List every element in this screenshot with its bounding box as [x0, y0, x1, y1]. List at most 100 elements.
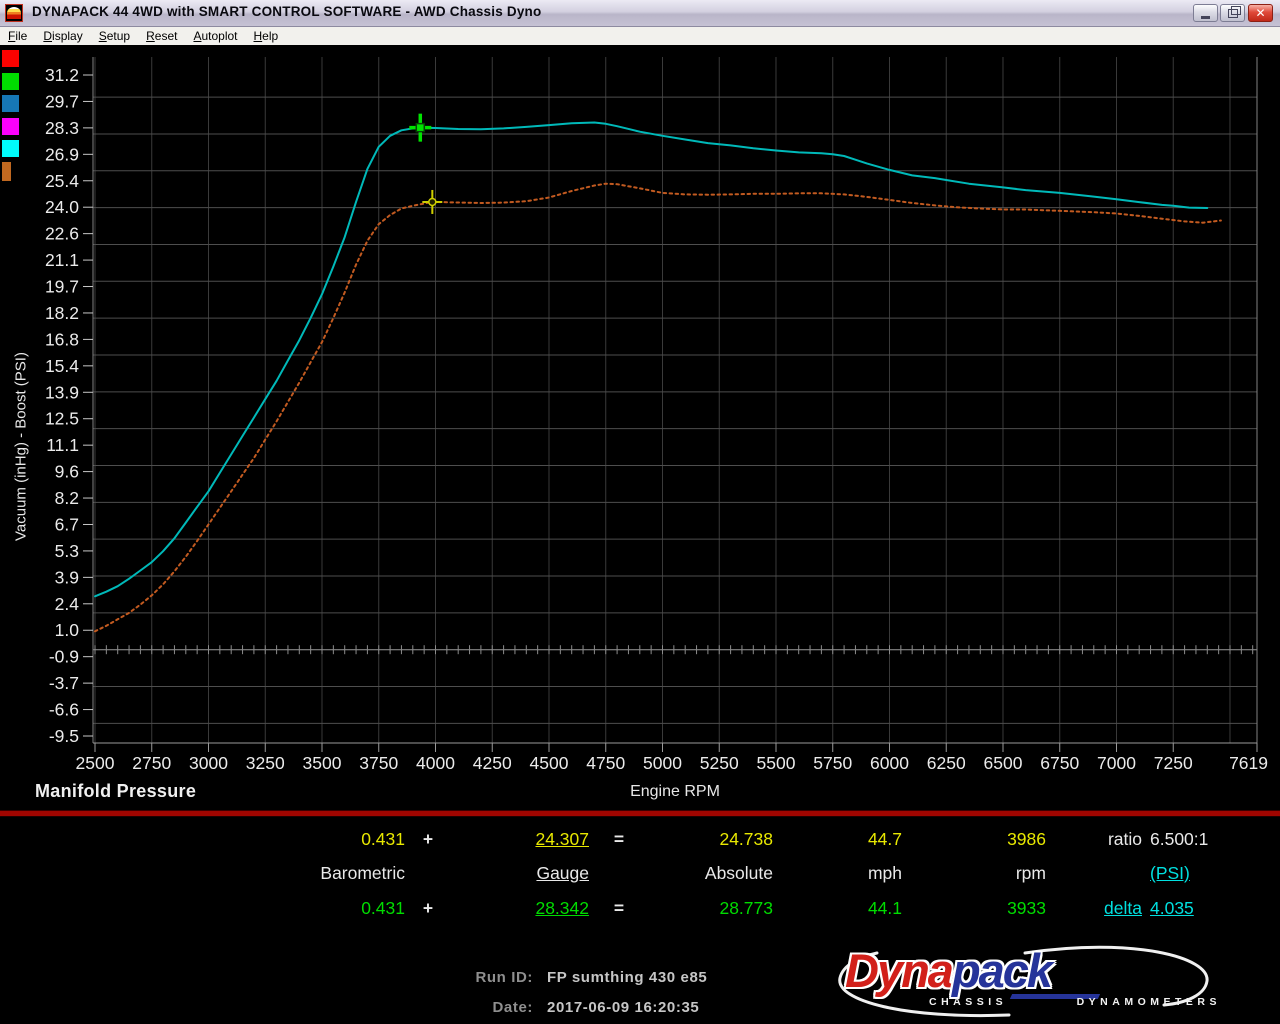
- absolute-label: Absolute: [705, 862, 773, 884]
- y-tick-label: 22.6: [45, 224, 79, 244]
- x-tick-label: 6250: [927, 753, 966, 773]
- rpm-value-ref: 3986: [1007, 828, 1046, 850]
- x-axis-title: Engine RPM: [555, 783, 795, 801]
- menu-bar: File Display Setup Reset Autoplot Help: [0, 27, 1280, 45]
- chart-area[interactable]: 2500275030003250350037504000425045004750…: [0, 45, 1280, 810]
- window-title: DYNAPACK 44 4WD with SMART CONTROL SOFTW…: [32, 4, 541, 19]
- y-tick-label: -6.6: [49, 700, 79, 720]
- y-tick-label: 26.9: [45, 144, 79, 164]
- menu-help[interactable]: Help: [246, 28, 287, 44]
- y-tick-label: 12.5: [45, 409, 79, 429]
- run-id-label: Run ID:: [333, 969, 533, 986]
- mph-value-cur: 44.1: [868, 897, 902, 919]
- x-tick-label: 2750: [132, 753, 171, 773]
- legend-swatch-channel-blue[interactable]: [2, 95, 19, 112]
- x-tick-label: 3000: [189, 753, 228, 773]
- date-label: Date:: [333, 999, 533, 1016]
- x-tick-label: 5750: [813, 753, 852, 773]
- y-tick-label: 8.2: [55, 488, 79, 508]
- x-tick-label: 4750: [586, 753, 625, 773]
- reference-run-boost-curve: [95, 184, 1221, 632]
- y-tick-label: 28.3: [45, 118, 79, 138]
- x-tick-label: 3750: [359, 753, 398, 773]
- close-icon: ✕: [1255, 6, 1265, 20]
- gauge-value-ref[interactable]: 24.307: [535, 828, 589, 850]
- ratio-label: ratio: [1108, 828, 1142, 850]
- title-bar: DYNAPACK 44 4WD with SMART CONTROL SOFTW…: [0, 0, 1280, 27]
- rpm-label: rpm: [1016, 862, 1046, 884]
- green-cursor[interactable]: [409, 114, 431, 142]
- logo-wordmark: Dynapack: [845, 946, 1051, 996]
- menu-display[interactable]: Display: [35, 28, 90, 44]
- x-tick-label: 5250: [700, 753, 739, 773]
- restore-button[interactable]: [1220, 4, 1245, 22]
- x-tick-label: 7619: [1229, 753, 1268, 773]
- y-axis-title: Vacuum (inHg) - Boost (PSI): [13, 327, 30, 567]
- barometric-value-ref: 0.431: [361, 828, 405, 850]
- y-tick-label: 15.4: [45, 356, 79, 376]
- barometric-label: Barometric: [320, 862, 405, 884]
- y-tick-label: 9.6: [55, 462, 79, 482]
- current-run-boost-curve: [95, 123, 1207, 597]
- y-tick-label: 1.0: [55, 620, 80, 640]
- logo-subtitle: CHASSIS DYNAMOMETERS: [929, 996, 1221, 1008]
- barometric-value-cur: 0.431: [361, 897, 405, 919]
- ratio-value: 6.500:1: [1150, 828, 1208, 850]
- close-button[interactable]: ✕: [1248, 4, 1273, 22]
- mph-label: mph: [868, 862, 902, 884]
- mph-value-ref: 44.7: [868, 828, 902, 850]
- x-tick-label: 4250: [473, 753, 512, 773]
- plus-operator-2: +: [423, 897, 433, 919]
- y-tick-label: 6.7: [55, 514, 79, 534]
- psi-units-link[interactable]: (PSI): [1150, 862, 1190, 884]
- y-tick-label: 11.1: [46, 435, 79, 455]
- absolute-value-ref: 24.738: [719, 828, 773, 850]
- y-tick-label: 13.9: [45, 382, 79, 402]
- x-tick-label: 3500: [303, 753, 342, 773]
- menu-setup[interactable]: Setup: [91, 28, 138, 44]
- menu-autoplot[interactable]: Autoplot: [185, 28, 245, 44]
- chart-title: Manifold Pressure: [35, 781, 196, 802]
- equals-operator-2: =: [614, 897, 624, 919]
- y-tick-label: 16.8: [45, 329, 79, 349]
- x-tick-label: 6750: [1040, 753, 1079, 773]
- yellow-cursor[interactable]: [422, 190, 442, 214]
- y-tick-label: 19.7: [45, 277, 79, 297]
- gauge-value-cur[interactable]: 28.342: [535, 897, 589, 919]
- equals-operator: =: [614, 828, 624, 850]
- y-tick-label: 25.4: [45, 171, 79, 191]
- legend-swatch-channel-green[interactable]: [2, 73, 19, 90]
- delta-label-link[interactable]: delta: [1104, 897, 1142, 919]
- y-tick-label: -3.7: [49, 673, 79, 693]
- menu-reset[interactable]: Reset: [138, 28, 185, 44]
- y-tick-label: 2.4: [55, 594, 80, 614]
- delta-value[interactable]: 4.035: [1150, 897, 1194, 919]
- legend-swatch-channel-cyan[interactable]: [2, 140, 19, 157]
- legend-swatch-channel-red[interactable]: [2, 50, 19, 67]
- y-tick-label: 3.9: [55, 567, 79, 587]
- menu-file[interactable]: File: [0, 28, 35, 44]
- manifold-pressure-plot[interactable]: 2500275030003250350037504000425045004750…: [0, 45, 1280, 810]
- app-icon[interactable]: [5, 4, 23, 22]
- x-tick-label: 7000: [1097, 753, 1136, 773]
- separator-line: [0, 810, 1280, 817]
- x-tick-label: 6500: [984, 753, 1023, 773]
- legend-swatch-channel-magenta[interactable]: [2, 118, 19, 135]
- x-tick-label: 4500: [530, 753, 569, 773]
- y-tick-label: -9.5: [49, 726, 79, 746]
- dynapack-logo: Dynapack CHASSIS DYNAMOMETERS: [833, 944, 1221, 1022]
- absolute-value-cur: 28.773: [719, 897, 773, 919]
- y-tick-label: 5.3: [55, 541, 79, 561]
- y-tick-label: 29.7: [45, 91, 79, 111]
- x-tick-label: 2500: [76, 753, 115, 773]
- minimize-icon: [1201, 16, 1210, 19]
- x-tick-label: 5000: [643, 753, 682, 773]
- date-value: 2017-06-09 16:20:35: [547, 999, 699, 1016]
- app-window: DYNAPACK 44 4WD with SMART CONTROL SOFTW…: [0, 0, 1280, 1024]
- legend-swatch-channel-orange[interactable]: [2, 162, 11, 181]
- y-tick-label: 18.2: [45, 303, 79, 323]
- x-tick-label: 5500: [757, 753, 796, 773]
- gauge-label[interactable]: Gauge: [536, 862, 589, 884]
- minimize-button[interactable]: [1193, 4, 1218, 22]
- restore-icon: [1228, 9, 1238, 18]
